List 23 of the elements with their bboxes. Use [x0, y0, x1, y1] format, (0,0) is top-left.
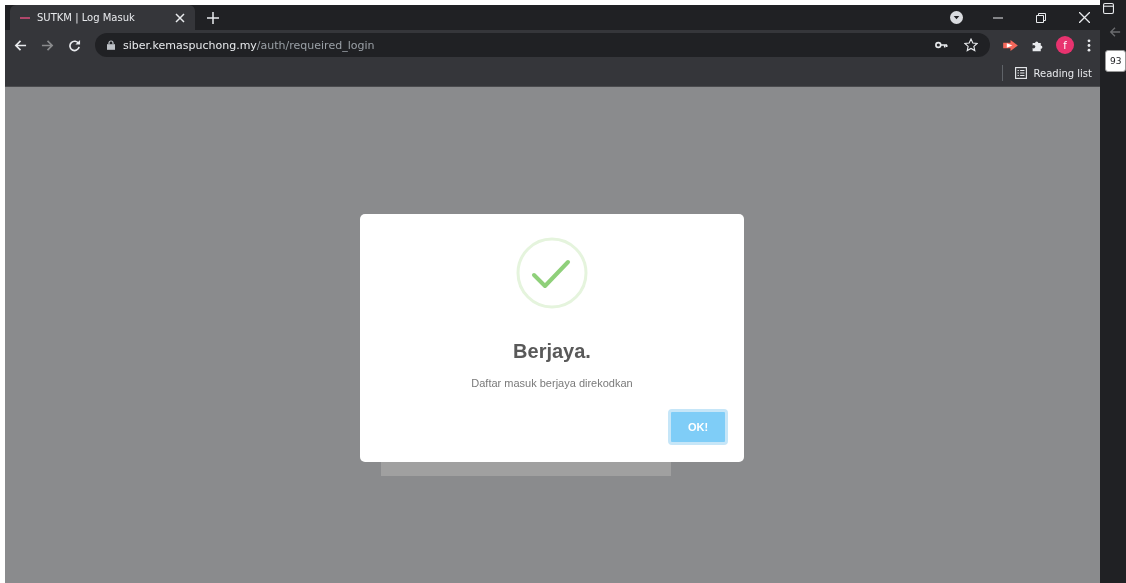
extension-icon[interactable] — [1003, 39, 1018, 51]
window-icon — [1103, 3, 1114, 14]
input-field[interactable]: 93 — [1105, 50, 1126, 72]
address-bar[interactable]: siber.kemaspuchong.my/auth/requeired_login — [95, 33, 990, 57]
dialog-message: Daftar masuk berjaya direkodkan — [471, 377, 633, 389]
new-tab-icon[interactable] — [207, 11, 219, 24]
menu-icon[interactable] — [1087, 38, 1091, 52]
star-icon[interactable] — [964, 38, 978, 52]
reload-icon[interactable] — [68, 38, 81, 52]
forward-arrow-icon[interactable] — [41, 38, 54, 52]
tab-search-icon[interactable] — [950, 11, 963, 24]
favicon-icon — [20, 16, 30, 19]
restore-icon[interactable] — [1036, 12, 1046, 23]
checkmark-icon — [516, 237, 588, 309]
lock-icon — [107, 40, 115, 50]
list-icon — [1014, 67, 1027, 79]
browser-tab[interactable]: SUTKM | Log Masuk — [10, 5, 195, 30]
close-icon[interactable] — [175, 12, 185, 23]
profile-avatar[interactable]: f — [1056, 36, 1074, 54]
close-icon[interactable] — [1079, 12, 1090, 23]
key-icon[interactable] — [935, 41, 948, 49]
dialog-title: Berjaya. — [513, 340, 591, 363]
reading-list-button[interactable]: Reading list — [1010, 65, 1096, 81]
